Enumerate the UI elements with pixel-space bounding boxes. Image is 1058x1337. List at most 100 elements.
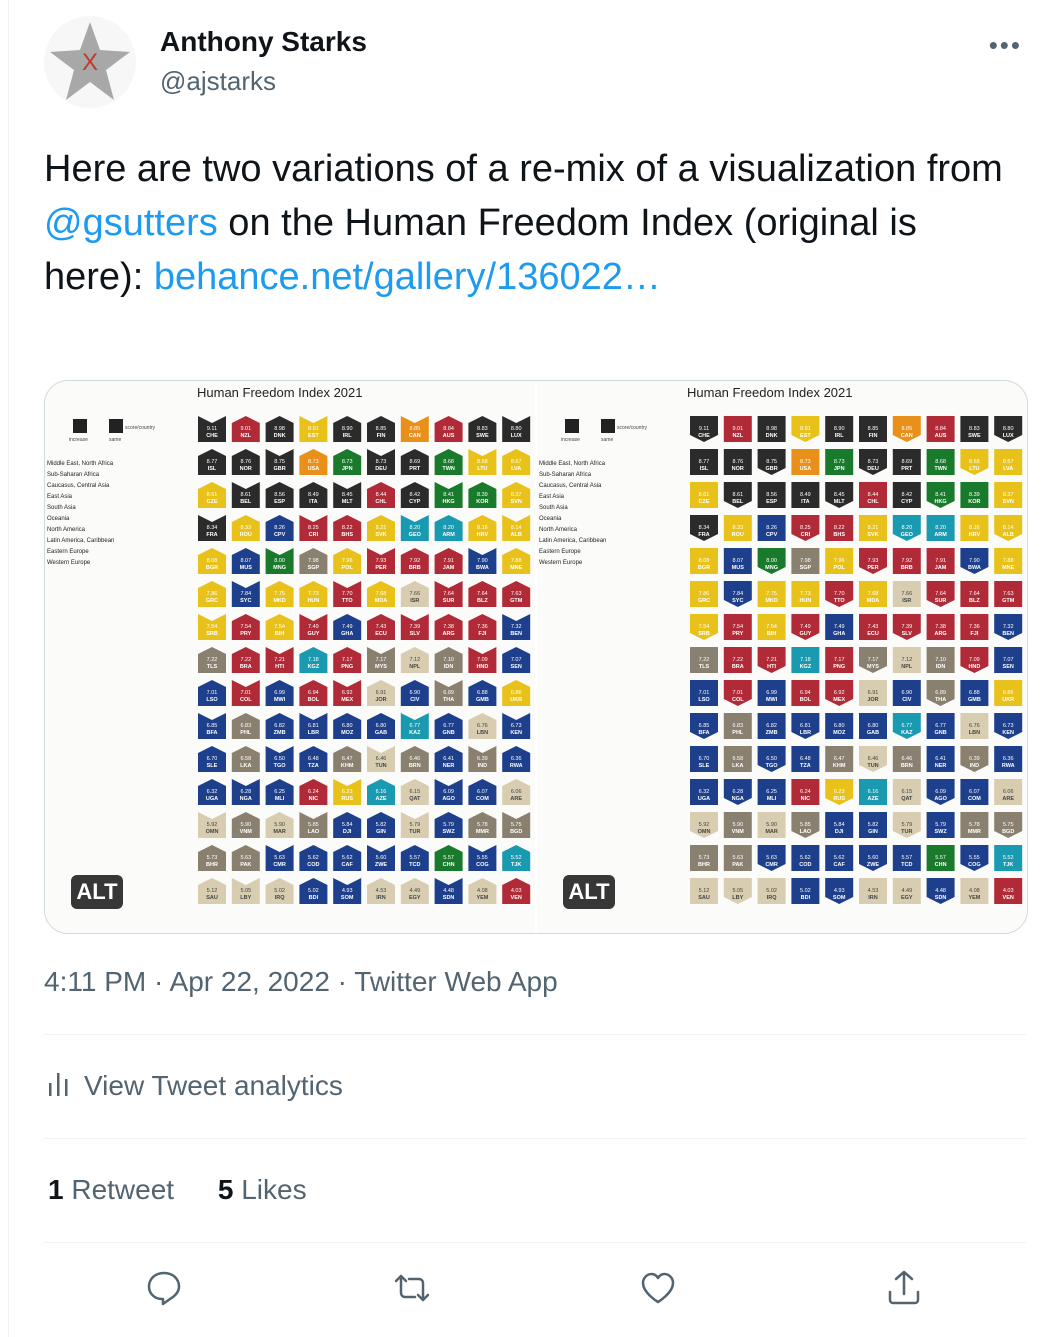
country-tile: 4.08YEM	[960, 878, 989, 904]
country-score: 8.61	[699, 492, 710, 498]
country-tile: 7.43ECU	[367, 614, 395, 640]
more-options-icon[interactable]: •••	[989, 30, 1022, 61]
country-tile: 8.33ROU	[231, 515, 260, 541]
country-code: AGO	[442, 796, 455, 802]
author-handle[interactable]: @ajstarks	[160, 66, 276, 97]
country-tile: 6.82ZMB	[265, 713, 294, 739]
retweets-stat[interactable]: 1 Retweet	[48, 1174, 174, 1206]
likes-stat[interactable]: 5 Likes	[218, 1174, 307, 1206]
country-tile: 6.73KEN	[502, 713, 531, 739]
tweet-source[interactable]: Twitter Web App	[354, 966, 557, 997]
tweet-date[interactable]: Apr 22, 2022	[170, 966, 330, 997]
country-score: 4.03	[1003, 888, 1014, 894]
country-tile: 5.62CAF	[333, 845, 362, 871]
country-tile: 7.17MYS	[859, 647, 887, 673]
country-code: CHE	[206, 433, 218, 439]
country-score: 4.53	[868, 888, 879, 894]
country-score: 4.48	[935, 888, 946, 894]
view-analytics-link[interactable]: View Tweet analytics	[48, 1070, 343, 1104]
country-tile: 7.09HND	[468, 647, 497, 673]
retweet-icon[interactable]	[390, 1266, 434, 1310]
country-tile: 8.39KOR	[468, 482, 497, 508]
country-score: 8.84	[935, 426, 946, 432]
country-score: 6.91	[376, 690, 387, 696]
url-link[interactable]: behance.net/gallery/136022…	[154, 256, 661, 298]
country-code: NPL	[409, 664, 421, 670]
country-score: 8.33	[240, 525, 251, 531]
country-score: 7.22	[207, 657, 218, 663]
country-tile: 8.73DEU	[367, 449, 395, 475]
country-tile: 6.41NER	[434, 746, 463, 772]
media-image-1[interactable]: increase same score/country Middle East,…	[45, 381, 535, 933]
country-code: BIH	[767, 631, 777, 637]
media-image-2[interactable]: increase same score/country Middle East,…	[537, 381, 1027, 933]
country-score: 6.39	[477, 756, 488, 762]
divider	[44, 1138, 1026, 1139]
country-score: 8.34	[207, 525, 218, 531]
mention-link[interactable]: @gsutters	[44, 202, 218, 244]
country-code: TZA	[800, 763, 811, 769]
country-score: 5.75	[511, 822, 522, 828]
country-code: LSO	[206, 697, 218, 703]
country-score: 5.12	[699, 888, 710, 894]
country-code: GBR	[273, 466, 285, 472]
country-code: GHA	[341, 631, 353, 637]
tweet-time[interactable]: 4:11 PM	[44, 966, 146, 997]
country-tile: 7.10IDN	[926, 647, 955, 673]
country-code: CHN	[443, 862, 455, 868]
country-tile: 6.36RWA	[994, 746, 1023, 772]
country-tile: 8.84AUS	[434, 416, 463, 442]
author-name[interactable]: Anthony Starks	[160, 26, 367, 58]
country-tile: 7.64BLZ	[468, 581, 497, 607]
country-score: 6.06	[511, 789, 522, 795]
country-tile: 8.42CYP	[892, 482, 921, 508]
avatar[interactable]: X	[44, 16, 136, 108]
country-code: USA	[308, 466, 320, 472]
country-code: NZL	[240, 433, 251, 439]
share-icon[interactable]	[882, 1266, 926, 1310]
country-score: 8.69	[409, 459, 420, 465]
country-tile: 4.03VEN	[502, 878, 531, 904]
country-score: 5.63	[274, 855, 285, 861]
country-tile: 6.16AZE	[859, 779, 887, 805]
like-icon[interactable]	[636, 1266, 680, 1310]
country-code: YEM	[968, 895, 980, 901]
country-code: ITA	[309, 499, 317, 505]
country-tile: 7.01LSO	[690, 680, 718, 706]
country-score: 9.11	[699, 426, 709, 432]
country-score: 8.20	[901, 525, 912, 531]
country-tile: 8.34FRA	[690, 515, 718, 541]
country-score: 5.02	[308, 888, 319, 894]
country-score: 6.58	[732, 756, 743, 762]
country-score: 6.92	[342, 690, 353, 696]
country-score: 7.91	[443, 558, 454, 564]
country-code: BRB	[409, 565, 421, 571]
country-tile: 5.02IRQ	[265, 878, 294, 904]
country-tile: 8.68TWN	[434, 449, 463, 475]
alt-text-button[interactable]: ALT	[563, 875, 615, 909]
country-tile: 7.32BEN	[502, 614, 531, 640]
country-code: KGZ	[800, 664, 812, 670]
country-code: BGD	[1002, 829, 1014, 835]
country-score: 8.91	[308, 426, 319, 432]
country-code: COM	[968, 796, 981, 802]
country-score: 6.47	[342, 756, 353, 762]
country-tile: 7.98SGP	[299, 548, 328, 574]
country-tile: 8.41HKG	[926, 482, 955, 508]
country-score: 7.32	[1003, 624, 1014, 630]
country-tile: 6.76LBN	[468, 713, 497, 739]
country-code: ARG	[934, 631, 946, 637]
country-score: 7.21	[766, 657, 777, 663]
country-score: 8.85	[868, 426, 879, 432]
country-code: PRY	[240, 631, 251, 637]
country-score: 8.14	[511, 525, 522, 531]
country-score: 8.25	[800, 525, 811, 531]
country-code: MWI	[766, 697, 778, 703]
country-code: SRB	[206, 631, 218, 637]
reply-icon[interactable]	[142, 1266, 186, 1310]
country-code: FRA	[206, 532, 217, 538]
country-tile: 7.49GUY	[791, 614, 820, 640]
country-tile: 7.12NPL	[400, 647, 429, 673]
country-tile: 7.91JAM	[926, 548, 955, 574]
alt-text-button[interactable]: ALT	[71, 875, 123, 909]
